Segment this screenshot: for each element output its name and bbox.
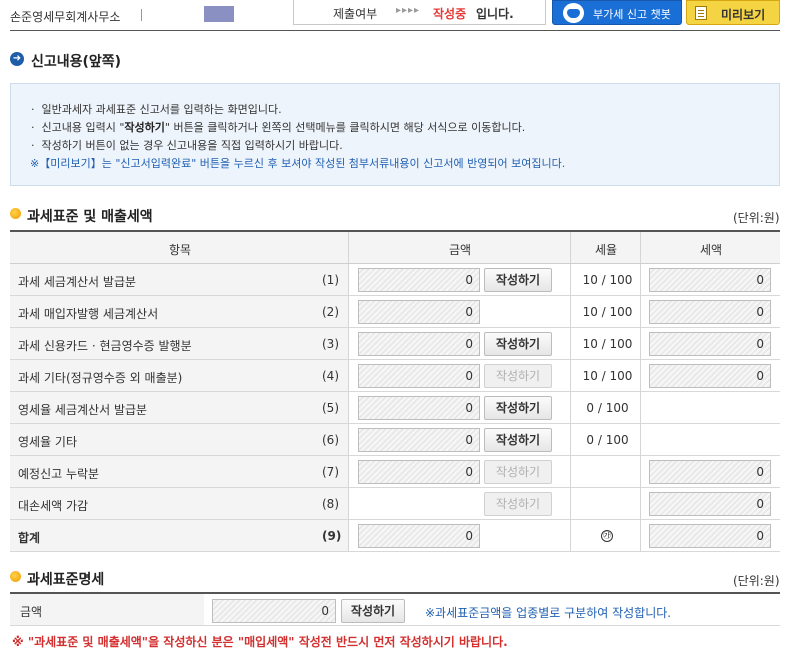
bullet-icon [10, 571, 21, 582]
table-row: 영세율 기타 (6) 0 작성하기 0 / 100 [10, 424, 780, 456]
tax-field[interactable]: 0 [649, 492, 771, 516]
write-button[interactable]: 작성하기 [484, 396, 552, 420]
tax-field[interactable]: 0 [649, 460, 771, 484]
info-note: ※【미리보기】는 "신고서입력완료" 버튼을 누르신 후 보셔야 작성된 첨부서… [30, 157, 566, 170]
header-divider [10, 30, 780, 31]
unit-label: (단위:원) [733, 574, 780, 588]
info-box: · 일반과세자 과세표준 신고서를 입력하는 화면입니다. · 신고내용 입력시… [10, 83, 780, 186]
chatbot-button-label: 부가세 신고 챗봇 [593, 8, 671, 21]
write-button[interactable]: 작성하기 [484, 268, 552, 292]
detail-hint: ※과세표준금액을 업종별로 구분하여 작성합니다. [425, 606, 672, 620]
amount-field[interactable]: 0 [358, 364, 480, 388]
row-number: (6) [322, 433, 339, 447]
section-title-tax-base: 과세표준 및 매출세액 [27, 209, 153, 225]
tax-field[interactable]: 0 [649, 268, 771, 292]
user-badge [204, 6, 234, 22]
table-row: 영세율 세금계산서 발급분 (5) 0 작성하기 0 / 100 [10, 392, 780, 424]
divider [141, 9, 142, 21]
amount-field[interactable]: 0 [358, 332, 480, 356]
row-number: (1) [322, 273, 339, 287]
rate-value: 10 / 100 [582, 369, 633, 383]
status-arrows: ▸▸▸▸ [396, 5, 421, 16]
table-row-total: 합계 (9) 0 ㉮ 0 [10, 520, 780, 552]
info-line: · 작성하기 버튼이 없는 경우 신고내용을 직접 입력하시기 바랍니다. [31, 139, 343, 152]
warning-text: ※ "과세표준 및 매출세액"을 작성하신 분은 "매입세액" 작성전 반드시 … [12, 635, 508, 649]
col-tax: 세액 [700, 243, 723, 257]
total-amount-field: 0 [358, 524, 480, 548]
row-number: (4) [322, 369, 339, 383]
row-label: 대손세액 가감 [18, 499, 89, 513]
amount-field[interactable]: 0 [358, 300, 480, 324]
office-name: 손준영세무회계사무소 [10, 10, 121, 24]
preview-button[interactable]: 미리보기 [686, 0, 780, 25]
rate-value: 0 / 100 [586, 433, 629, 447]
rate-value: 10 / 100 [582, 273, 633, 287]
row-number: (9) [322, 529, 342, 543]
arrow-right-icon: ➜ [10, 52, 24, 66]
rate-value: 0 / 100 [586, 401, 629, 415]
row-label: 과세 세금계산서 발급분 [18, 275, 137, 289]
write-button-disabled: 작성하기 [484, 364, 552, 388]
table-row: 대손세액 가감 (8) 작성하기 0 [10, 488, 780, 520]
info-line: · 일반과세자 과세표준 신고서를 입력하는 화면입니다. [31, 103, 282, 116]
col-amount: 금액 [449, 243, 472, 257]
row-number: (7) [322, 465, 339, 479]
rate-value: 10 / 100 [582, 305, 633, 319]
rate-value: 10 / 100 [582, 337, 633, 351]
info-line: · 신고내용 입력시 "작성하기" 버튼을 클릭하거나 왼쪽의 선택메뉴를 클릭… [31, 121, 526, 134]
row-label: 예정신고 누락분 [18, 467, 100, 481]
document-icon [695, 6, 707, 20]
row-label: 과세 기타(정규영수증 외 매출분) [18, 371, 183, 385]
submission-status: 제출여부 ▸▸▸▸ 작성중 입니다. [293, 0, 546, 25]
table-row: 예정신고 누락분 (7) 0 작성하기 0 [10, 456, 780, 488]
section-title-report: 신고내용(앞쪽) [31, 54, 122, 70]
detail-amount-field: 0 [212, 599, 336, 623]
table-row: 과세 매입자발행 세금계산서 (2) 0 10 / 100 0 [10, 296, 780, 328]
row-label: 영세율 기타 [18, 435, 78, 449]
status-label: 제출여부 [333, 7, 378, 21]
tax-field[interactable]: 0 [649, 300, 771, 324]
tax-base-detail-table: 금액 0 작성하기 ※과세표준금액을 업종별로 구분하여 작성합니다. [10, 592, 780, 626]
amount-field[interactable]: 0 [358, 428, 480, 452]
table-body: 과세 세금계산서 발급분 (1) 0 작성하기 10 / 100 0 과세 매입자발행 세금… [10, 264, 780, 520]
table-row: 과세 신용카드 · 현금영수증 발행분 (3) 0 작성하기 10 / 100 0 [10, 328, 780, 360]
detail-write-button[interactable]: 작성하기 [341, 599, 405, 623]
write-button[interactable]: 작성하기 [484, 332, 552, 356]
preview-button-label: 미리보기 [721, 8, 766, 22]
top-bar: 손준영세무회계사무소 제출여부 ▸▸▸▸ 작성중 입니다. 부가세 신고 챗봇 … [0, 0, 795, 32]
row-label: 과세 매입자발행 세금계산서 [18, 307, 159, 321]
unit-label: (단위:원) [733, 211, 780, 225]
col-item: 항목 [169, 243, 192, 257]
rate-symbol: ㉮ [601, 530, 613, 542]
total-tax-field: 0 [649, 524, 771, 548]
row-number: (5) [322, 401, 339, 415]
section-title-tax-base-detail: 과세표준명세 [27, 572, 105, 588]
amount-field[interactable]: 0 [358, 268, 480, 292]
table-row: 과세 세금계산서 발급분 (1) 0 작성하기 10 / 100 0 [10, 264, 780, 296]
vat-chatbot-button[interactable]: 부가세 신고 챗봇 [552, 0, 682, 25]
tax-field[interactable]: 0 [649, 332, 771, 356]
row-number: (2) [322, 305, 339, 319]
amount-field[interactable]: 0 [358, 460, 480, 484]
write-button-disabled: 작성하기 [484, 492, 552, 516]
amount-field[interactable]: 0 [358, 396, 480, 420]
row-number: (8) [322, 497, 339, 511]
write-button[interactable]: 작성하기 [484, 428, 552, 452]
tax-base-table: 항목 금액 세율 세액 과세 세금계산서 발급분 (1) 0 작성하기 10 / 100… [10, 230, 780, 552]
amount-label: 금액 [20, 605, 43, 619]
row-number: (3) [322, 337, 339, 351]
bullet-icon [10, 208, 21, 219]
status-value: 작성중 [433, 7, 467, 21]
row-label: 영세율 세금계산서 발급분 [18, 403, 148, 417]
table-row: 과세 기타(정규영수증 외 매출분) (4) 0 작성하기 10 / 100 0 [10, 360, 780, 392]
write-button-disabled: 작성하기 [484, 460, 552, 484]
chatbot-icon [563, 3, 584, 23]
status-suffix: 입니다. [476, 7, 514, 21]
row-label: 과세 신용카드 · 현금영수증 발행분 [18, 339, 192, 353]
tax-field[interactable]: 0 [649, 364, 771, 388]
table-header: 항목 금액 세율 세액 [10, 232, 780, 264]
row-label: 합계 [18, 531, 41, 545]
col-rate: 세율 [595, 243, 618, 257]
